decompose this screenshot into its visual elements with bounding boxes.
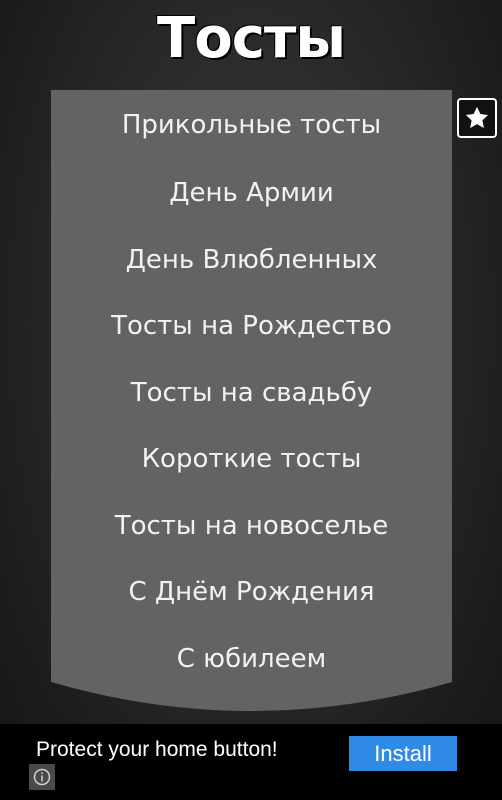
menu-item-wedding-toasts[interactable]: Тосты на свадьбу <box>51 360 452 427</box>
app-title: Тосты <box>157 6 346 71</box>
menu-item-army-day[interactable]: День Армии <box>51 160 452 227</box>
star-icon <box>465 106 489 129</box>
menu-item-short-toasts[interactable]: Короткие тосты <box>51 426 452 493</box>
info-icon <box>33 768 51 786</box>
category-menu: Прикольные тосты День Армии День Влюблен… <box>51 90 452 720</box>
ad-info-button[interactable] <box>29 764 55 790</box>
menu-list: Прикольные тосты День Армии День Влюблен… <box>51 90 452 692</box>
menu-item-birthday[interactable]: С Днём Рождения <box>51 559 452 626</box>
menu-item-anniversary[interactable]: С юбилеем <box>51 626 452 693</box>
menu-item-christmas-toasts[interactable]: Тосты на Рождество <box>51 293 452 360</box>
ad-text: Protect your home button! <box>36 738 278 761</box>
ad-install-button[interactable]: Install <box>349 736 457 771</box>
favorites-button[interactable] <box>457 98 497 138</box>
menu-item-housewarming-toasts[interactable]: Тосты на новоселье <box>51 493 452 560</box>
menu-item-valentines-day[interactable]: День Влюбленных <box>51 227 452 294</box>
ad-banner[interactable]: Protect your home button! Install <box>0 724 502 800</box>
menu-item-funny-toasts[interactable]: Прикольные тосты <box>51 90 452 160</box>
